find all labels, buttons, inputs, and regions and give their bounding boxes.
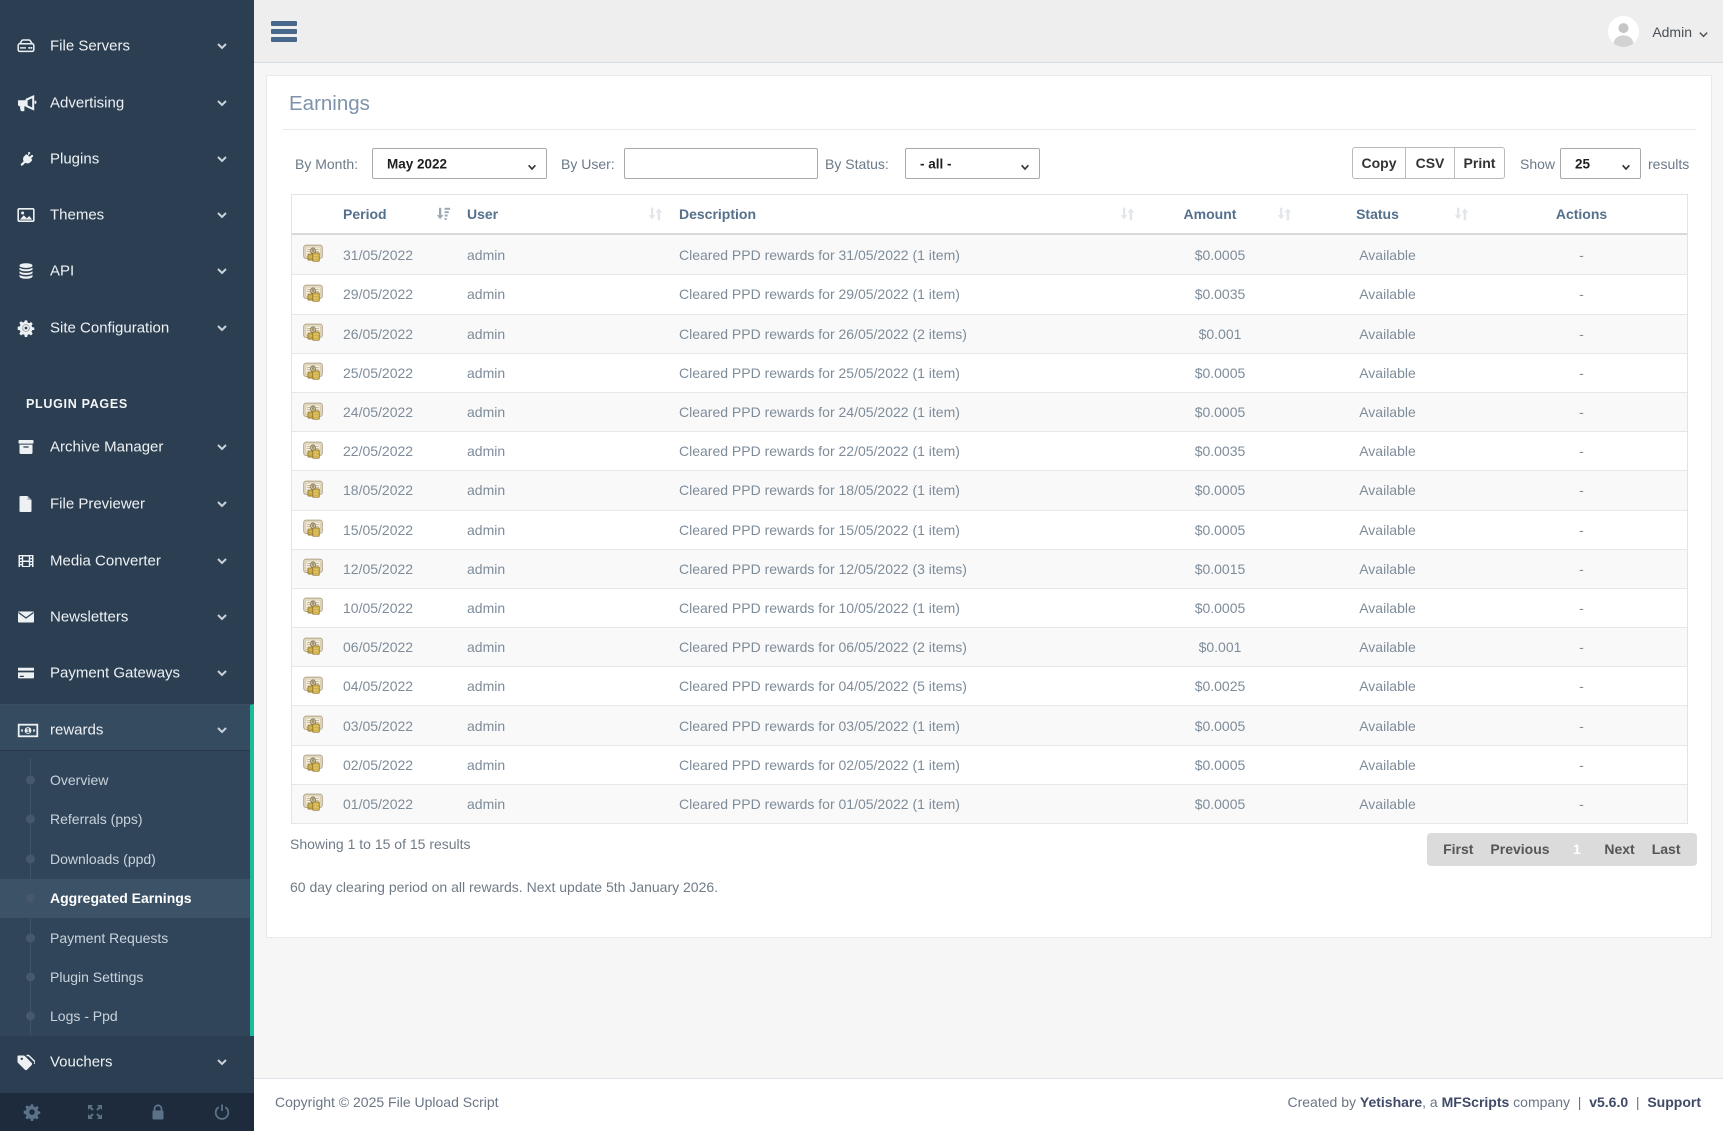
svg-text:1: 1: [26, 727, 30, 734]
